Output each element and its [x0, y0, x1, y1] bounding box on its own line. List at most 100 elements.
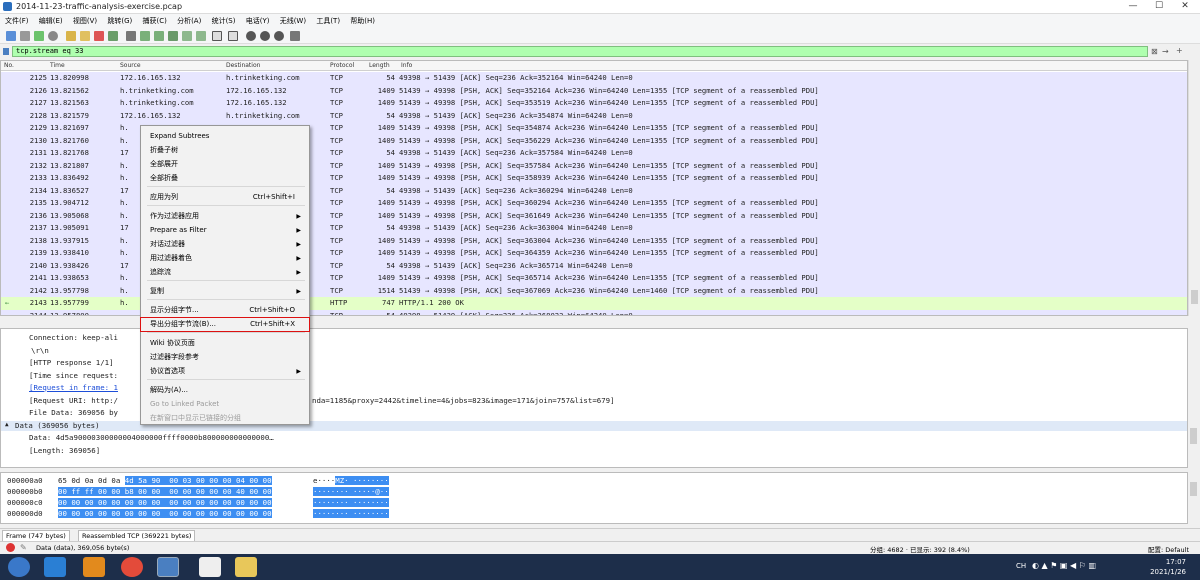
media-player-icon[interactable]: [83, 557, 105, 577]
status-profile[interactable]: 配置: Default: [1148, 544, 1189, 554]
detail-line[interactable]: Connection: keep-ali: [29, 333, 118, 342]
menu-help[interactable]: 帮助(H): [347, 14, 378, 28]
context-menu-item[interactable]: 协议首选项 ▶: [141, 365, 309, 378]
menu-edit[interactable]: 编辑(E): [36, 14, 66, 28]
ie-browser-icon[interactable]: [44, 557, 66, 577]
menu-wireless[interactable]: 无线(W): [277, 14, 309, 28]
context-menu-item[interactable]: 过滤器字段参考: [141, 351, 309, 364]
byte-hex[interactable]: 00 00 00 00 00 00 00 00 00 00 00 00 00 0…: [58, 498, 272, 507]
request-in-frame-link[interactable]: [Request in frame: 1: [29, 383, 118, 392]
bytes-scrollbar[interactable]: [1188, 472, 1200, 524]
detail-scroll-thumb[interactable]: [1190, 428, 1197, 444]
apply-filter-icon[interactable]: →: [1162, 47, 1169, 56]
detail-line[interactable]: [Request URI: http:/: [29, 396, 118, 405]
menu-telephony[interactable]: 电话(Y): [243, 14, 273, 28]
expert-info-icon[interactable]: [6, 543, 15, 552]
last-packet-icon[interactable]: [196, 31, 206, 41]
column-header-no[interactable]: No.: [4, 62, 14, 69]
detail-line[interactable]: \r\n: [31, 346, 49, 355]
go-back-icon[interactable]: [140, 31, 150, 41]
file-explorer-icon[interactable]: [235, 557, 257, 577]
open-file-icon[interactable]: [66, 31, 76, 41]
column-header-length[interactable]: Length: [369, 62, 390, 69]
context-menu-item[interactable]: Wiki 协议页面: [141, 337, 309, 350]
context-menu-item[interactable]: 应用为列 Ctrl+Shift+I: [141, 191, 309, 204]
close-file-icon[interactable]: [94, 31, 104, 41]
go-to-packet-icon[interactable]: [168, 31, 178, 41]
packet-list-scrollbar[interactable]: [1188, 60, 1200, 316]
bookmark-icon[interactable]: [3, 48, 9, 55]
packet-list-scroll-thumb[interactable]: [1191, 290, 1198, 304]
stop-capture-icon[interactable]: [20, 31, 30, 41]
context-menu-item[interactable]: 导出分组字节流(B)... Ctrl+Shift+X: [140, 317, 310, 332]
context-menu-item[interactable]: 作为过滤器应用 ▶: [141, 210, 309, 223]
zoom-reset-icon[interactable]: [274, 31, 284, 41]
menu-go[interactable]: 跳转(G): [104, 14, 135, 28]
go-forward-icon[interactable]: [154, 31, 164, 41]
display-filter-input[interactable]: tcp.stream eq 33: [12, 46, 1148, 57]
7zip-icon[interactable]: [199, 557, 221, 577]
column-header-time[interactable]: Time: [50, 62, 65, 69]
filter-expression-icon[interactable]: +: [1176, 46, 1183, 55]
minimize-button[interactable]: —: [1120, 0, 1146, 13]
detail-data-header[interactable]: Data (369056 bytes): [15, 421, 100, 430]
context-menu-item[interactable]: 显示分组字节... Ctrl+Shift+O: [141, 304, 309, 317]
restart-capture-icon[interactable]: [34, 31, 44, 41]
detail-line[interactable]: File Data: 369056 by: [29, 408, 118, 417]
expand-arrow-icon[interactable]: ▲: [5, 421, 9, 428]
packet-row[interactable]: 2127 13.821563 h.trinketking.com 172.16.165…: [1, 97, 1187, 110]
packet-row[interactable]: 2128 13.821579 172.16.165.132 h.trinketking…: [1, 109, 1187, 122]
language-indicator-icon[interactable]: CH: [1016, 562, 1026, 570]
column-header-destination[interactable]: Destination: [226, 62, 260, 69]
autoscroll-icon[interactable]: [212, 31, 222, 41]
menu-file[interactable]: 文件(F): [2, 14, 32, 28]
close-button[interactable]: ✕: [1172, 0, 1198, 13]
context-menu-item[interactable]: 全部折叠: [141, 172, 309, 185]
context-menu-item[interactable]: Go to Linked Packet: [141, 398, 309, 411]
first-packet-icon[interactable]: [182, 31, 192, 41]
colorize-icon[interactable]: [228, 31, 238, 41]
column-header-info[interactable]: Info: [401, 62, 412, 69]
maximize-button[interactable]: ☐: [1146, 0, 1172, 13]
context-menu-item[interactable]: 解码为(A)...: [141, 384, 309, 397]
byte-ascii[interactable]: ········ ········: [313, 498, 389, 507]
byte-hex[interactable]: 00 00 00 00 00 00 00 00 00 00 00 00 00 0…: [58, 509, 272, 518]
packet-row[interactable]: 2125 13.820998 172.16.165.132 h.trinketking…: [1, 72, 1187, 85]
detail-line[interactable]: [Time since request:: [29, 371, 118, 380]
menu-analyze[interactable]: 分析(A): [174, 14, 204, 28]
start-capture-icon[interactable]: [6, 31, 16, 41]
context-menu-item[interactable]: 在新窗口中显示已链接的分组: [141, 412, 309, 425]
tray-icons[interactable]: ◐ ▲ ⚑ ▣ ◀ ⚐ ▥: [1032, 561, 1096, 570]
bytes-scroll-thumb[interactable]: [1190, 482, 1197, 496]
context-menu-item[interactable]: 用过滤器着色 ▶: [141, 252, 309, 265]
capture-comment-icon[interactable]: ✎: [20, 543, 27, 552]
context-menu-item[interactable]: Expand Subtrees: [141, 130, 309, 143]
clear-filter-icon[interactable]: ⊠: [1151, 47, 1158, 56]
menu-capture[interactable]: 捕获(C): [139, 14, 169, 28]
find-packet-icon[interactable]: [126, 31, 136, 41]
wireshark-taskbar-icon[interactable]: [157, 557, 179, 577]
column-header-protocol[interactable]: Protocol: [330, 62, 354, 69]
packet-row[interactable]: 2126 13.821562 h.trinketking.com 172.16.165…: [1, 84, 1187, 97]
byte-hex[interactable]: 00 ff ff 00 00 b8 00 00 00 00 00 00 00 4…: [58, 487, 272, 496]
save-file-icon[interactable]: [80, 31, 90, 41]
start-button-icon[interactable]: [8, 557, 30, 577]
context-menu-item[interactable]: 对话过滤器 ▶: [141, 238, 309, 251]
reload-file-icon[interactable]: [108, 31, 118, 41]
context-menu-item[interactable]: 复制 ▶: [141, 285, 309, 298]
column-header-source[interactable]: Source: [120, 62, 141, 69]
byte-ascii[interactable]: e····MZ· ········: [313, 476, 389, 485]
capture-options-icon[interactable]: [48, 31, 58, 41]
byte-hex[interactable]: 65 0d 0a 0d 0a 4d 5a 90 00 03 00 00 00 0…: [58, 476, 272, 485]
context-menu-item[interactable]: 追踪流 ▶: [141, 266, 309, 279]
zoom-out-icon[interactable]: [260, 31, 270, 41]
chrome-icon[interactable]: [121, 557, 143, 577]
detail-data-value[interactable]: Data: 4d5a90000300000004000000ffff0000b8…: [29, 433, 274, 442]
context-menu-item[interactable]: 全部展开: [141, 158, 309, 171]
resize-columns-icon[interactable]: [290, 31, 300, 41]
detail-scrollbar[interactable]: [1188, 328, 1200, 468]
taskbar-clock[interactable]: 17:07 2021/1/26: [1150, 557, 1186, 577]
context-menu-item[interactable]: 折叠子树: [141, 144, 309, 157]
menu-statistics[interactable]: 统计(S): [209, 14, 239, 28]
detail-line[interactable]: [HTTP response 1/1]: [29, 358, 114, 367]
